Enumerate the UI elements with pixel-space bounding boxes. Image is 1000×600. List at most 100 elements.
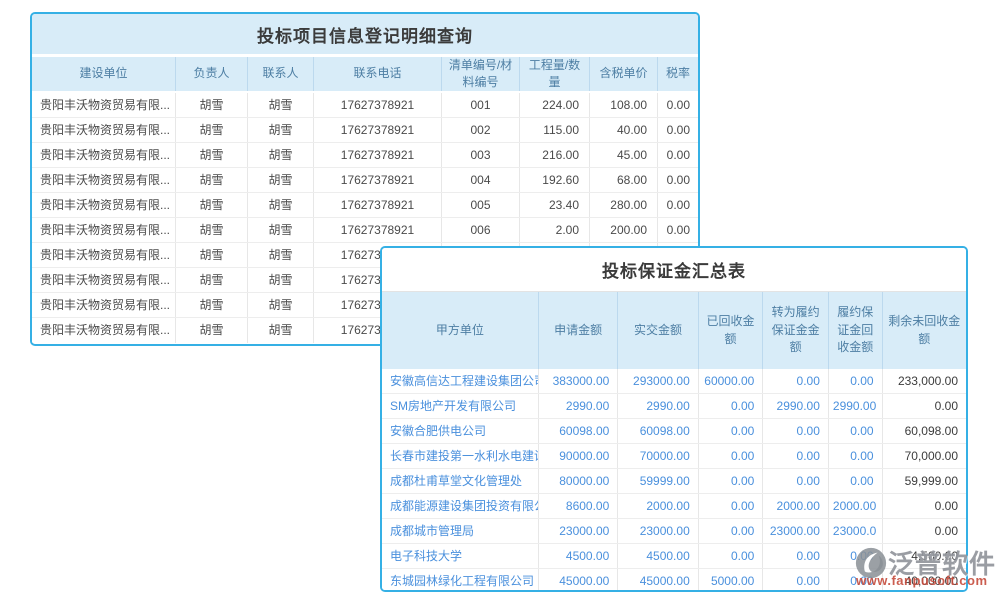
table-cell: 233,000.00	[883, 369, 966, 393]
table-cell: 68.00	[590, 168, 658, 192]
table-cell: 23.40	[520, 193, 590, 217]
table-row[interactable]: 成都能源建设集团投资有限公8600.002000.000.002000.0020…	[382, 494, 966, 519]
table-cell: 胡雪	[248, 293, 314, 317]
table-row[interactable]: 电子科技大学4500.004500.000.000.000.004,500.00	[382, 544, 966, 569]
table-row[interactable]: 安徽合肥供电公司60098.0060098.000.000.000.0060,0…	[382, 419, 966, 444]
bid-deposit-summary-table: 投标保证金汇总表 甲方单位申请金额实交金额已回收金额转为履约保证金金额履约保证金…	[380, 246, 968, 592]
table-row[interactable]: 东城园林绿化工程有限公司45000.0045000.005000.000.000…	[382, 569, 966, 592]
table-cell: SM房地产开发有限公司	[382, 394, 539, 418]
table-cell: 0.00	[883, 519, 966, 543]
table-cell: 胡雪	[176, 268, 248, 292]
table-row[interactable]: SM房地产开发有限公司2990.002990.000.002990.002990…	[382, 394, 966, 419]
table-cell: 胡雪	[248, 93, 314, 117]
table-cell: 4500.00	[539, 544, 618, 568]
table-row[interactable]: 贵阳丰沃物资贸易有限...胡雪胡雪17627378921003216.0045.…	[32, 143, 698, 168]
table-cell: 006	[442, 218, 520, 242]
table-cell: 5000.00	[699, 569, 764, 592]
table-row[interactable]: 贵阳丰沃物资贸易有限...胡雪胡雪17627378921004192.6068.…	[32, 168, 698, 193]
table-cell: 胡雪	[248, 243, 314, 267]
column-header: 履约保证金回收金额	[829, 292, 883, 369]
table-cell: 0.00	[658, 218, 698, 242]
table-cell: 电子科技大学	[382, 544, 539, 568]
table-cell: 0.00	[883, 494, 966, 518]
table-cell: 4500.00	[618, 544, 698, 568]
table-cell: 45000.00	[618, 569, 698, 592]
table-cell: 东城园林绿化工程有限公司	[382, 569, 539, 592]
bid-deposit-summary-header-row: 甲方单位申请金额实交金额已回收金额转为履约保证金金额履约保证金回收金额剩余未回收…	[382, 292, 966, 369]
table-cell: 17627378921	[314, 168, 442, 192]
table-cell: 胡雪	[248, 193, 314, 217]
table-cell: 45000.00	[539, 569, 618, 592]
table-cell: 贵阳丰沃物资贸易有限...	[32, 243, 176, 267]
table-cell: 001	[442, 93, 520, 117]
table-cell: 005	[442, 193, 520, 217]
table-cell: 贵阳丰沃物资贸易有限...	[32, 143, 176, 167]
table-cell: 2990.00	[539, 394, 618, 418]
table-cell: 胡雪	[176, 193, 248, 217]
table-cell: 17627378921	[314, 93, 442, 117]
table-cell: 成都杜甫草堂文化管理处	[382, 469, 539, 493]
table-cell: 17627378921	[314, 193, 442, 217]
table-cell: 17627378921	[314, 118, 442, 142]
table-cell: 贵阳丰沃物资贸易有限...	[32, 93, 176, 117]
table-cell: 0.00	[829, 569, 883, 592]
table-cell: 115.00	[520, 118, 590, 142]
column-header: 联系人	[248, 57, 314, 91]
table-row[interactable]: 贵阳丰沃物资贸易有限...胡雪胡雪17627378921001224.00108…	[32, 93, 698, 118]
column-header: 实交金额	[618, 292, 698, 369]
table-cell: 2000.00	[829, 494, 883, 518]
table-cell: 安徽合肥供电公司	[382, 419, 539, 443]
table-cell: 23000.00	[618, 519, 698, 543]
table-cell: 8600.00	[539, 494, 618, 518]
table-cell: 0.00	[658, 118, 698, 142]
table-cell: 4,500.00	[883, 544, 966, 568]
table-cell: 40,000.00	[883, 569, 966, 592]
table-row[interactable]: 贵阳丰沃物资贸易有限...胡雪胡雪176273789210062.00200.0…	[32, 218, 698, 243]
bid-project-detail-title: 投标项目信息登记明细查询	[32, 14, 698, 57]
table-cell: 胡雪	[176, 168, 248, 192]
bid-project-detail-header-row: 建设单位负责人联系人联系电话清单编号/材料编号工程量/数量含税单价税率	[32, 57, 698, 93]
table-cell: 108.00	[590, 93, 658, 117]
table-cell: 成都能源建设集团投资有限公	[382, 494, 539, 518]
table-cell: 17627378921	[314, 143, 442, 167]
table-cell: 0.00	[699, 469, 764, 493]
table-cell: 003	[442, 143, 520, 167]
column-header: 含税单价	[590, 57, 658, 91]
column-header: 联系电话	[314, 57, 442, 91]
table-cell: 胡雪	[248, 218, 314, 242]
column-header: 申请金额	[539, 292, 618, 369]
table-cell: 383000.00	[539, 369, 618, 393]
table-cell: 60098.00	[539, 419, 618, 443]
table-cell: 280.00	[590, 193, 658, 217]
table-row[interactable]: 长春市建投第一水利水电建设90000.0070000.000.000.000.0…	[382, 444, 966, 469]
table-row[interactable]: 安徽高信达工程建设集团公司383000.00293000.0060000.000…	[382, 369, 966, 394]
table-cell: 293000.00	[618, 369, 698, 393]
table-cell: 216.00	[520, 143, 590, 167]
table-cell: 胡雪	[248, 143, 314, 167]
table-cell: 0.00	[699, 394, 764, 418]
page: 投标项目信息登记明细查询 建设单位负责人联系人联系电话清单编号/材料编号工程量/…	[0, 0, 1000, 600]
table-cell: 2990.00	[763, 394, 829, 418]
table-cell: 胡雪	[176, 318, 248, 343]
bid-deposit-summary-body: 安徽高信达工程建设集团公司383000.00293000.0060000.000…	[382, 369, 966, 592]
table-cell: 002	[442, 118, 520, 142]
table-cell: 0.00	[829, 369, 883, 393]
table-cell: 80000.00	[539, 469, 618, 493]
table-cell: 胡雪	[248, 168, 314, 192]
table-cell: 004	[442, 168, 520, 192]
table-cell: 70000.00	[618, 444, 698, 468]
table-cell: 贵阳丰沃物资贸易有限...	[32, 168, 176, 192]
table-cell: 45.00	[590, 143, 658, 167]
table-row[interactable]: 贵阳丰沃物资贸易有限...胡雪胡雪1762737892100523.40280.…	[32, 193, 698, 218]
table-row[interactable]: 成都城市管理局23000.0023000.000.0023000.0023000…	[382, 519, 966, 544]
table-cell: 192.60	[520, 168, 590, 192]
table-row[interactable]: 贵阳丰沃物资贸易有限...胡雪胡雪17627378921002115.0040.…	[32, 118, 698, 143]
table-cell: 224.00	[520, 93, 590, 117]
table-cell: 0.00	[658, 143, 698, 167]
table-cell: 贵阳丰沃物资贸易有限...	[32, 268, 176, 292]
table-cell: 2990.00	[618, 394, 698, 418]
table-row[interactable]: 成都杜甫草堂文化管理处80000.0059999.000.000.000.005…	[382, 469, 966, 494]
table-cell: 胡雪	[248, 118, 314, 142]
table-cell: 贵阳丰沃物资贸易有限...	[32, 118, 176, 142]
column-header: 甲方单位	[382, 292, 539, 369]
